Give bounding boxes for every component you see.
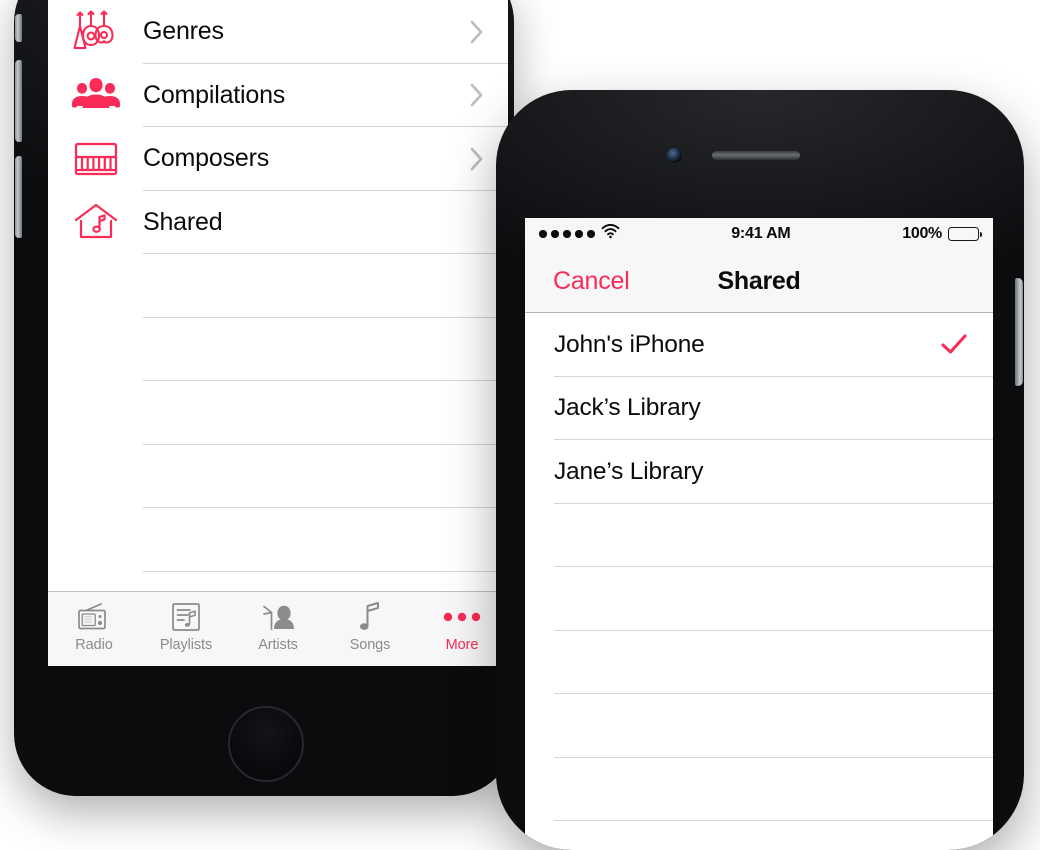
list-item-label: Jack’s Library	[554, 394, 701, 422]
people-icon	[48, 75, 143, 115]
list-item-janes-library[interactable]: Jane’s Library	[525, 440, 993, 504]
ellipsis-icon	[441, 600, 483, 634]
tab-label: Songs	[349, 637, 391, 653]
wifi-icon	[601, 223, 620, 244]
list-item-label: Composers	[143, 144, 270, 173]
left-phone-device: Genres Compilations Composers Shared Rad…	[14, 0, 514, 796]
empty-row	[525, 694, 993, 758]
empty-row	[525, 757, 993, 821]
checkmark-icon	[941, 334, 967, 355]
list-item-shared[interactable]: Shared	[48, 190, 508, 254]
tab-label: Artists	[258, 637, 298, 653]
volume-up-button[interactable]	[15, 60, 22, 142]
front-camera-icon	[667, 148, 682, 163]
tab-bar: Radio Playlists Artists Songs More	[48, 591, 508, 666]
tab-radio[interactable]: Radio	[48, 592, 140, 666]
playlist-icon	[171, 600, 201, 634]
empty-row	[525, 630, 993, 694]
tab-label: Playlists	[159, 637, 213, 653]
tab-artists[interactable]: Artists	[232, 592, 324, 666]
tab-more[interactable]: More	[416, 592, 508, 666]
status-bar-left	[539, 223, 620, 244]
screenshot-canvas: Genres Compilations Composers Shared Rad…	[0, 0, 1040, 850]
list-item-label: John's iPhone	[554, 330, 705, 358]
tab-songs[interactable]: Songs	[324, 592, 416, 666]
list-item-johns-iphone[interactable]: John's iPhone	[525, 313, 993, 377]
earpiece-speaker	[712, 151, 800, 160]
mute-switch[interactable]	[15, 14, 22, 42]
volume-down-button[interactable]	[15, 156, 22, 238]
row-separator	[143, 570, 508, 572]
chevron-right-icon	[470, 20, 484, 44]
empty-row	[525, 503, 993, 567]
battery-percent-label: 100%	[902, 225, 942, 242]
status-bar-right: 100%	[902, 225, 982, 243]
row-separator	[554, 820, 993, 821]
list-item-composers[interactable]: Composers	[48, 127, 508, 191]
cancel-button[interactable]: Cancel	[553, 267, 630, 296]
list-item-compilations[interactable]: Compilations	[48, 63, 508, 127]
list-item-label: Genres	[143, 17, 224, 46]
empty-row	[48, 317, 508, 381]
chevron-right-icon	[470, 83, 484, 107]
home-button[interactable]	[228, 706, 304, 782]
list-item-label: Compilations	[143, 80, 286, 109]
empty-row	[48, 254, 508, 318]
music-note-icon	[358, 600, 382, 634]
left-phone-screen: Genres Compilations Composers Shared Rad…	[48, 0, 508, 666]
empty-row	[48, 381, 508, 445]
right-phone-device: 9:41 AM 100% Shared Cancel John's iPhone	[496, 90, 1024, 850]
right-phone-screen: 9:41 AM 100% Shared Cancel John's iPhone	[525, 218, 993, 850]
signal-strength-icon	[539, 230, 595, 238]
battery-full-icon	[948, 227, 982, 241]
artist-icon	[260, 600, 296, 634]
list-item-jacks-library[interactable]: Jack’s Library	[525, 376, 993, 440]
piano-icon	[48, 140, 143, 178]
tab-label: More	[445, 637, 479, 653]
navigation-bar: Shared Cancel	[525, 250, 993, 313]
status-bar: 9:41 AM 100%	[525, 218, 993, 250]
empty-row	[525, 567, 993, 631]
tab-playlists[interactable]: Playlists	[140, 592, 232, 666]
radio-icon	[77, 600, 111, 634]
list-item-label: Shared	[143, 207, 223, 236]
home-music-icon	[48, 201, 143, 243]
list-item-genres[interactable]: Genres	[48, 0, 508, 64]
empty-row	[48, 444, 508, 508]
list-item-label: Jane’s Library	[554, 457, 704, 485]
status-bar-time: 9:41 AM	[731, 225, 791, 242]
power-button[interactable]	[1015, 278, 1023, 386]
empty-row	[48, 508, 508, 572]
tab-label: Radio	[75, 637, 113, 653]
guitars-icon	[48, 9, 143, 55]
chevron-right-icon	[470, 147, 484, 171]
